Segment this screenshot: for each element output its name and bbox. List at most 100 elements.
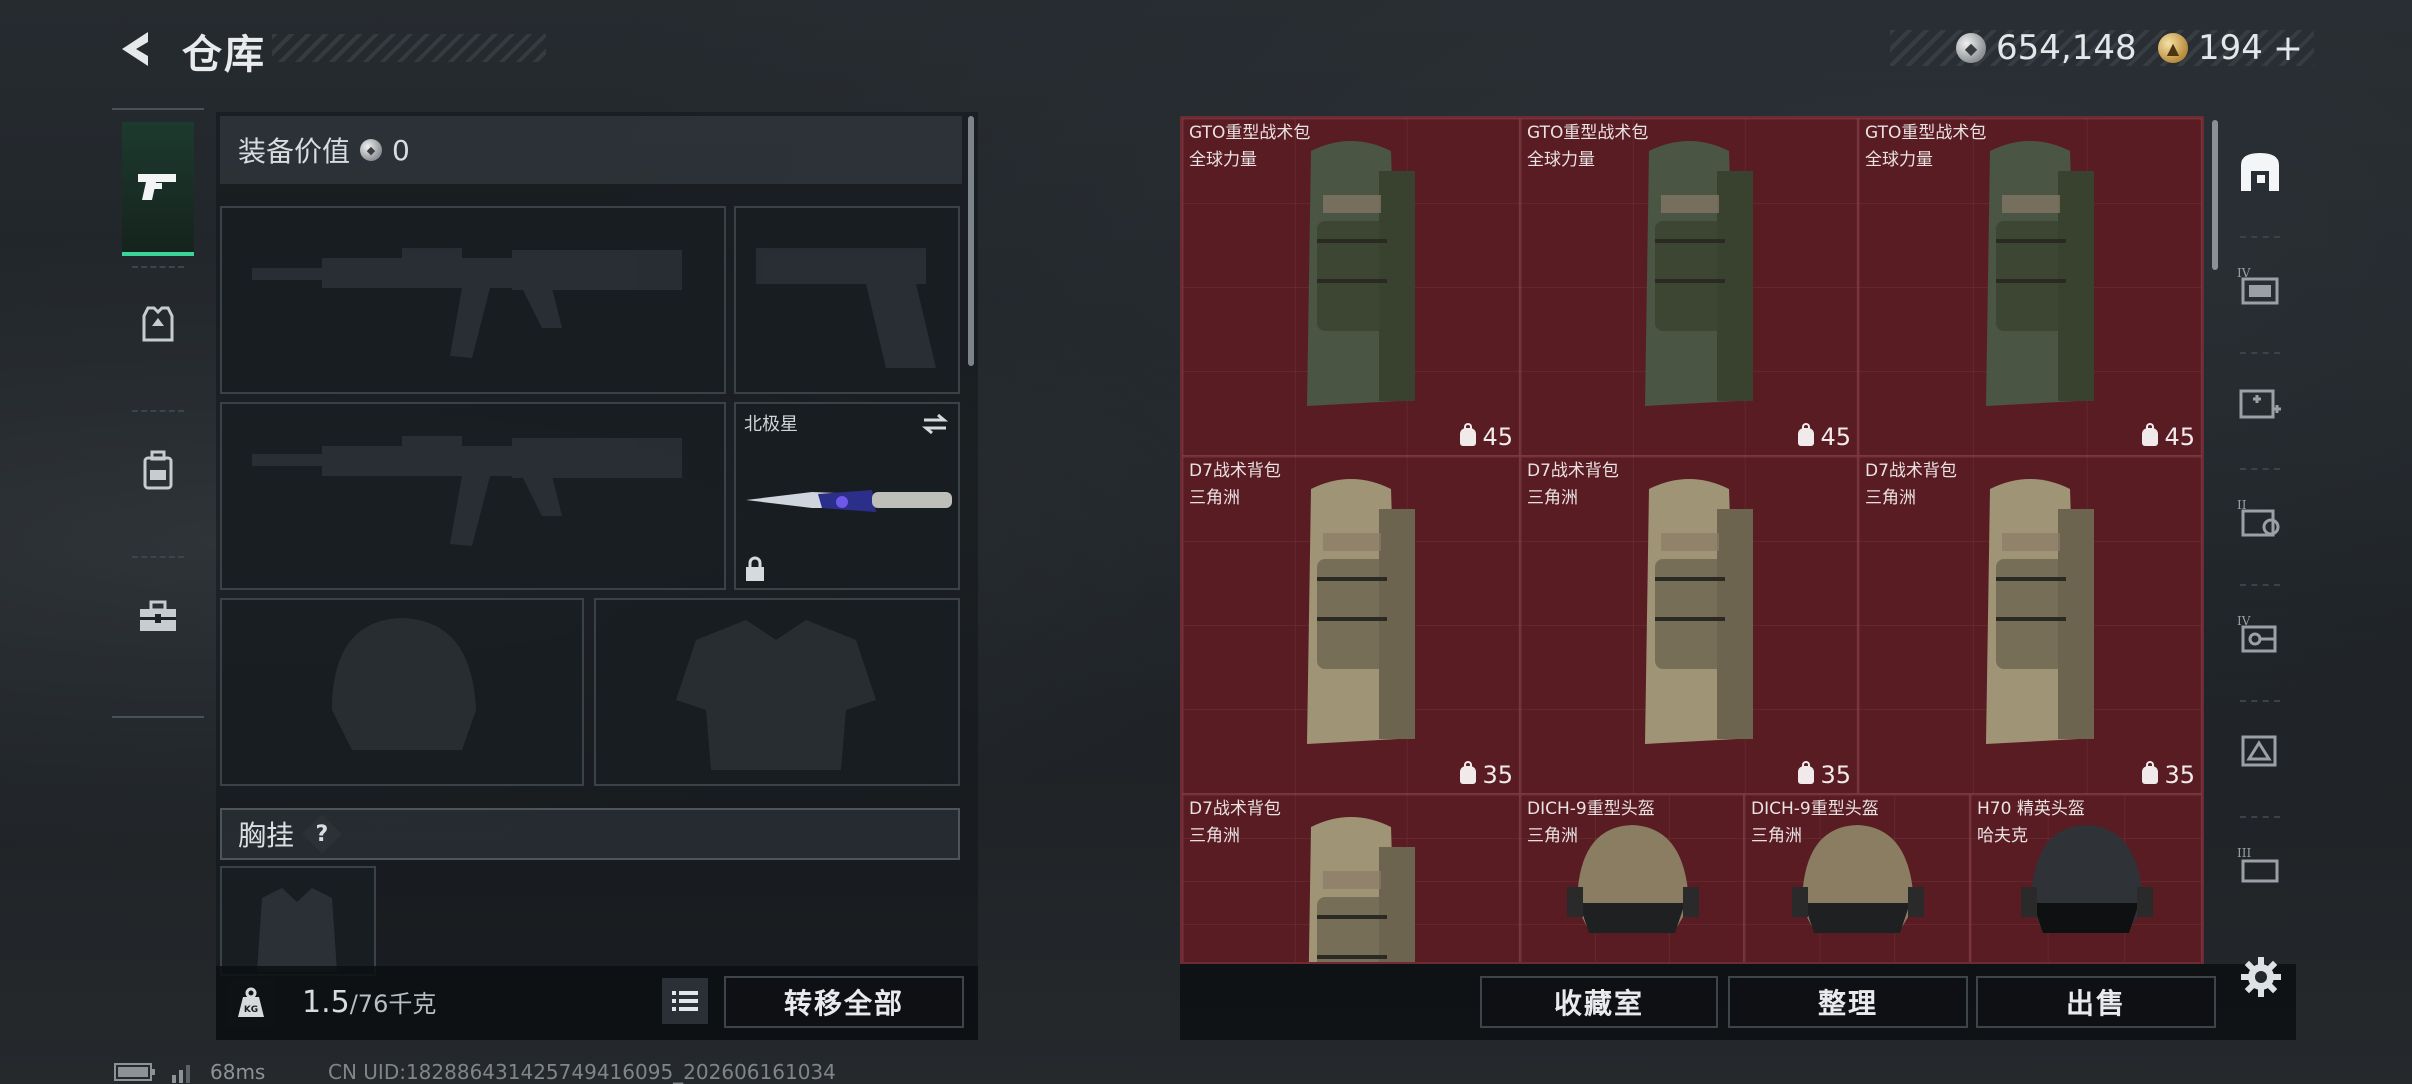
item-capacity: 35 bbox=[1798, 761, 1851, 789]
item-name: D7战术背包 bbox=[1865, 461, 1957, 481]
backpack-capacity-icon bbox=[1460, 423, 1477, 446]
filter-tier-iii[interactable]: III bbox=[2230, 826, 2290, 906]
filter-tier-ii[interactable]: II bbox=[2230, 478, 2290, 558]
medkit-icon bbox=[2239, 389, 2281, 419]
category-armor[interactable] bbox=[122, 274, 194, 374]
rifle-silhouette-icon bbox=[252, 436, 682, 546]
item-capacity-value: 35 bbox=[1820, 761, 1851, 789]
item-source: 三角洲 bbox=[1751, 826, 1802, 846]
chest-rig-bar: 胸挂 ? bbox=[220, 808, 960, 860]
item-capacity: 35 bbox=[1460, 761, 1513, 789]
title-decoration bbox=[272, 34, 546, 62]
item-source: 三角洲 bbox=[1189, 826, 1240, 846]
category-rail bbox=[112, 108, 204, 718]
backpack-image bbox=[1307, 479, 1415, 744]
category-backpack[interactable] bbox=[122, 420, 194, 520]
storage-item[interactable]: DICH-9重型头盔 三角洲 bbox=[1520, 794, 1744, 962]
weight-max: /76千克 bbox=[349, 990, 437, 1018]
backpack-capacity-icon bbox=[1798, 761, 1815, 784]
chest-rig-label: 胸挂 bbox=[238, 819, 295, 852]
item-source: 哈夫克 bbox=[1977, 826, 2028, 846]
storage-item[interactable]: GTO重型战术包 全球力量 45 bbox=[1858, 118, 2202, 456]
chevron-left-icon bbox=[122, 32, 148, 66]
backpack-capacity-icon bbox=[2142, 761, 2159, 784]
backpack-image bbox=[1986, 141, 2094, 406]
primary-weapon-slot[interactable] bbox=[220, 206, 726, 394]
item-source: 三角洲 bbox=[1527, 826, 1578, 846]
transfer-all-button[interactable]: 转移全部 bbox=[724, 976, 964, 1028]
item-capacity: 35 bbox=[2142, 761, 2195, 789]
gold-currency[interactable]: ▲ 194 + bbox=[2158, 28, 2303, 69]
chest-rig-slot[interactable] bbox=[220, 866, 376, 976]
filter-all[interactable] bbox=[2230, 132, 2290, 212]
filter-tier-iv-a[interactable]: IV bbox=[2230, 246, 2290, 326]
warning-case-icon bbox=[2241, 735, 2277, 767]
backpack-capacity-icon bbox=[2142, 423, 2159, 446]
secondary-rifle-slot[interactable] bbox=[220, 402, 726, 590]
storage-item[interactable]: D7战术背包 三角洲 bbox=[1182, 794, 1520, 962]
equipment-scrollbar[interactable] bbox=[968, 116, 974, 366]
swap-icon[interactable] bbox=[920, 412, 950, 436]
svg-text:KG: KG bbox=[244, 1005, 258, 1015]
weight-readout: 1.5/76千克 bbox=[302, 984, 436, 1020]
equipment-value-label: 装备价值 bbox=[238, 135, 351, 168]
item-capacity-value: 45 bbox=[2164, 423, 2195, 451]
weight-current: 1.5 bbox=[302, 985, 350, 1020]
storage-item[interactable]: DICH-9重型头盔 三角洲 bbox=[1744, 794, 1970, 962]
vest-icon bbox=[142, 306, 174, 342]
toolbox-icon bbox=[140, 600, 176, 631]
item-name: GTO重型战术包 bbox=[1189, 123, 1311, 143]
category-toolbox[interactable] bbox=[122, 566, 194, 666]
collection-button[interactable]: 收藏室 bbox=[1480, 976, 1718, 1028]
melee-slot[interactable]: 北极星 bbox=[734, 402, 960, 590]
backpack-image bbox=[1986, 479, 2094, 744]
filter-warning[interactable] bbox=[2230, 710, 2290, 790]
list-icon bbox=[672, 991, 698, 1011]
item-capacity-value: 45 bbox=[1820, 423, 1851, 451]
chest-rig-silhouette-icon bbox=[257, 888, 337, 972]
item-name: GTO重型战术包 bbox=[1527, 123, 1649, 143]
pistol-silhouette-icon bbox=[756, 248, 936, 368]
add-gold-button[interactable]: + bbox=[2273, 28, 2303, 69]
silver-currency[interactable]: ◆ 654,148 bbox=[1956, 28, 2137, 68]
helmet-slot[interactable] bbox=[220, 598, 584, 786]
silver-coin-icon: ◆ bbox=[360, 139, 383, 161]
storage-scrollbar[interactable] bbox=[2212, 120, 2218, 270]
storage-item[interactable]: H70 精英头盔 哈夫克 bbox=[1970, 794, 2202, 962]
storage-item[interactable]: GTO重型战术包 全球力量 45 bbox=[1520, 118, 1858, 456]
item-name: D7战术背包 bbox=[1527, 461, 1619, 481]
sell-button[interactable]: 出售 bbox=[1976, 976, 2216, 1028]
storage-item[interactable]: D7战术背包 三角洲 35 bbox=[1182, 456, 1520, 794]
helmet-silhouette-icon bbox=[332, 618, 476, 750]
organize-button[interactable]: 整理 bbox=[1728, 976, 1968, 1028]
storage-item[interactable]: D7战术背包 三角洲 35 bbox=[1520, 456, 1858, 794]
item-capacity: 45 bbox=[1798, 423, 1851, 451]
item-name: D7战术背包 bbox=[1189, 461, 1281, 481]
storage-item[interactable]: D7战术背包 三角洲 35 bbox=[1858, 456, 2202, 794]
item-source: 全球力量 bbox=[1527, 150, 1595, 170]
item-source: 全球力量 bbox=[1865, 150, 1933, 170]
item-capacity-value: 45 bbox=[1482, 423, 1513, 451]
item-capacity-value: 35 bbox=[2164, 761, 2195, 789]
back-button[interactable] bbox=[112, 26, 158, 72]
uid-readout: CN UID:18288643142574941609​5_2026061610… bbox=[328, 1060, 836, 1084]
filter-medical[interactable] bbox=[2230, 362, 2290, 442]
lock-icon bbox=[746, 556, 764, 581]
settings-button[interactable] bbox=[2238, 954, 2284, 1000]
category-weapons[interactable] bbox=[122, 122, 194, 256]
item-name: DICH-9重型头盔 bbox=[1527, 799, 1655, 819]
ping-readout: 68ms bbox=[210, 1060, 266, 1084]
filter-tier-iv-b[interactable]: IV bbox=[2230, 594, 2290, 674]
item-source: 三角洲 bbox=[1189, 488, 1240, 508]
signal-icon bbox=[172, 1065, 190, 1083]
help-icon[interactable]: ? bbox=[302, 814, 342, 854]
knife-icon bbox=[746, 490, 952, 512]
page-title: 仓库 bbox=[182, 32, 266, 78]
body-armor-slot[interactable] bbox=[594, 598, 960, 786]
secondary-weapon-slot[interactable] bbox=[734, 206, 960, 394]
storage-item[interactable]: GTO重型战术包 全球力量 45 bbox=[1182, 118, 1520, 456]
gold-amount: 194 bbox=[2198, 28, 2263, 68]
storage-grid: GTO重型战术包 全球力量 45 GTO重型战术包 全球力量 45 GTO重型战术包 全球力量… bbox=[1180, 116, 2204, 964]
container-icon: IV bbox=[2237, 266, 2279, 305]
list-view-button[interactable] bbox=[662, 978, 708, 1024]
